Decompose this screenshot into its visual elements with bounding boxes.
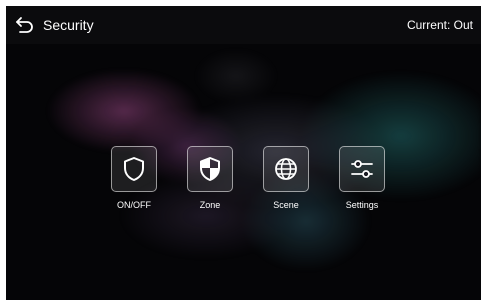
settings-tile[interactable] <box>339 146 385 192</box>
settings-label: Settings <box>345 200 379 210</box>
sliders-icon <box>351 160 373 178</box>
current-label: Current: <box>406 18 451 32</box>
back-arrow-icon[interactable] <box>15 16 35 34</box>
scene-label: Scene <box>273 200 299 210</box>
zone-button[interactable]: Zone <box>185 146 235 211</box>
header-bar: Security Current: Out <box>6 6 481 44</box>
security-screen: Security Current: Out ON/OFF Zone Scene … <box>6 6 481 300</box>
onoff-tile[interactable] <box>111 146 157 192</box>
current-value: Out <box>453 18 473 32</box>
settings-button[interactable]: Settings <box>337 146 387 211</box>
scene-button[interactable]: Scene <box>261 146 311 211</box>
smoke-background <box>6 6 481 300</box>
onoff-button[interactable]: ON/OFF <box>109 146 159 211</box>
zone-label: Zone <box>199 200 221 210</box>
shield-half-icon <box>200 157 220 181</box>
onoff-label: ON/OFF <box>117 200 151 210</box>
page-title: Security <box>43 17 94 33</box>
shield-icon <box>124 157 144 181</box>
zone-tile[interactable] <box>187 146 233 192</box>
globe-icon <box>275 158 297 180</box>
scene-tile[interactable] <box>263 146 309 192</box>
current-status: Current: Out <box>407 18 473 32</box>
